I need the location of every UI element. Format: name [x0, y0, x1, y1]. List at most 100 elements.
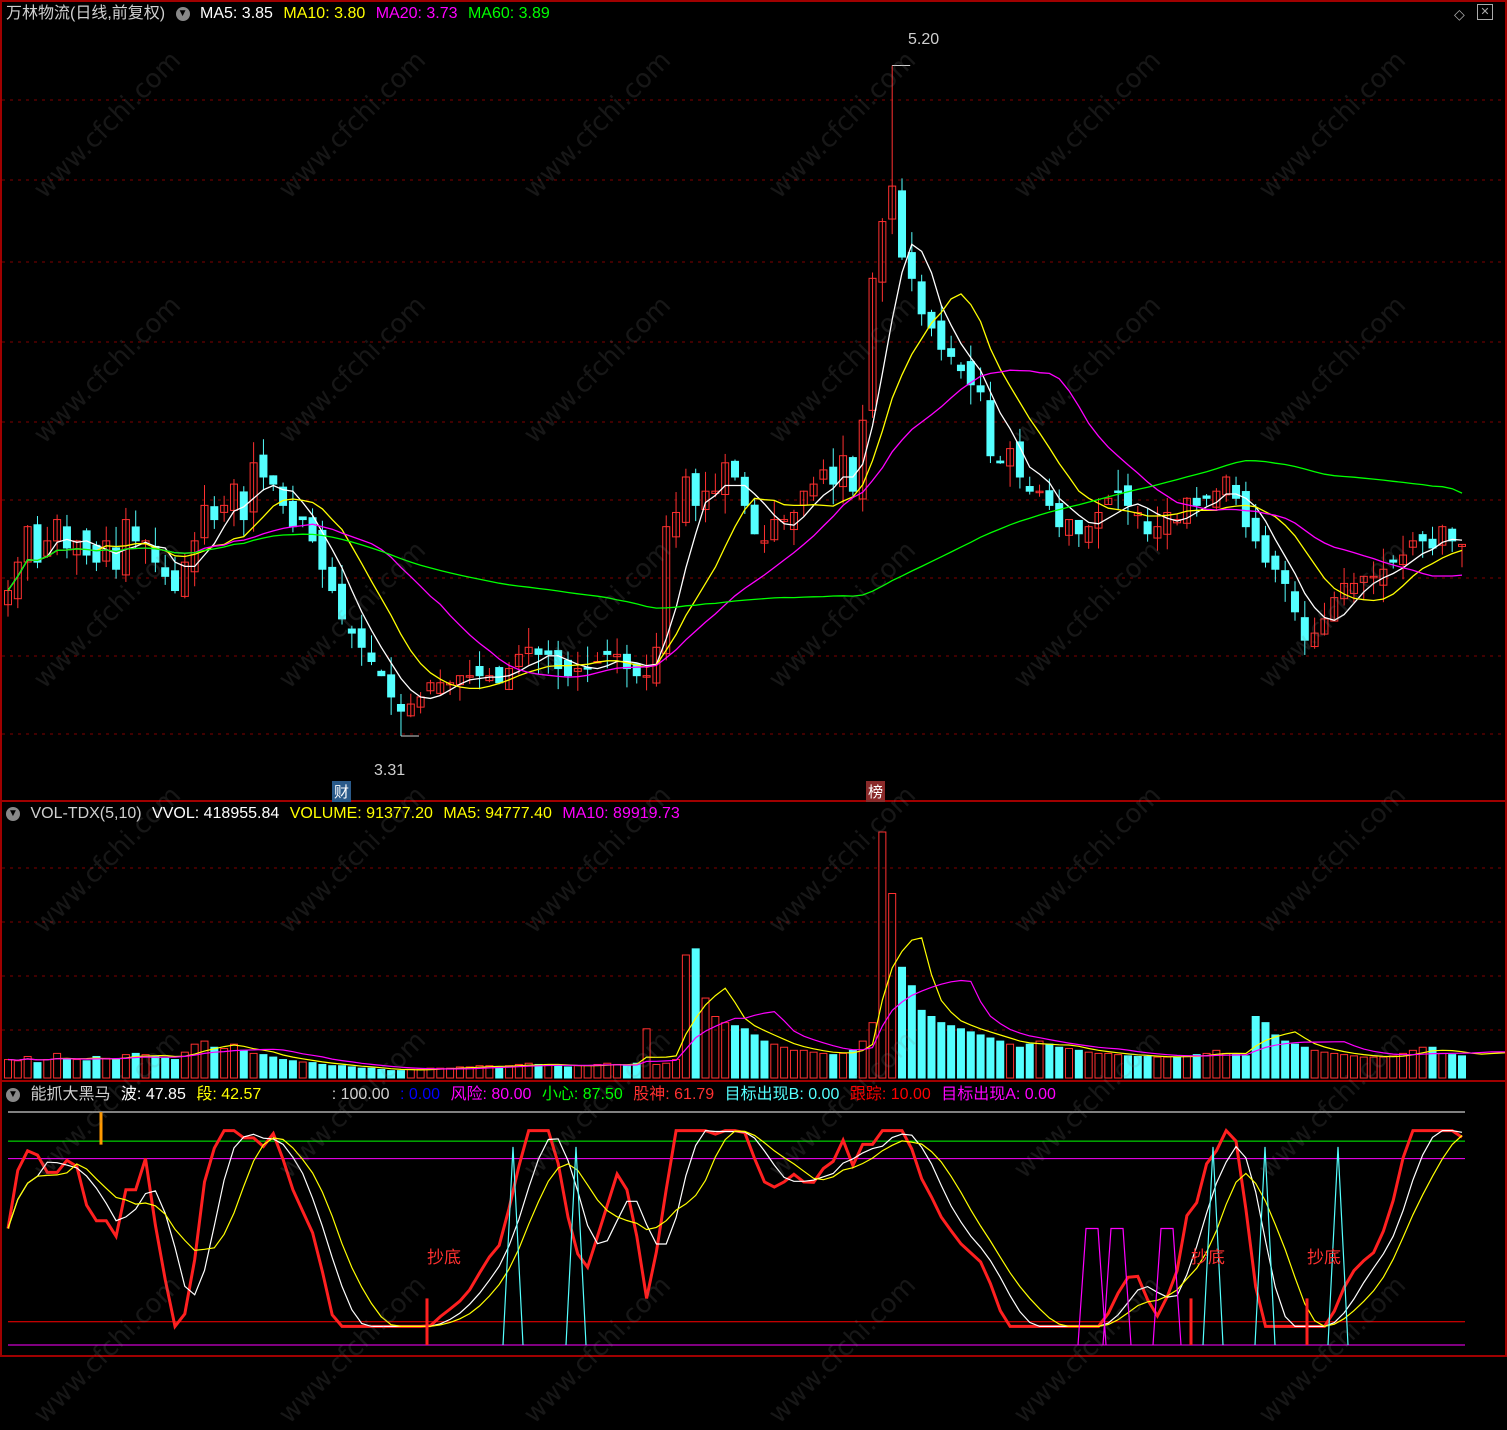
volume-bar — [1281, 1040, 1290, 1079]
diamond-icon[interactable]: ◇ — [1454, 6, 1465, 23]
volume-bar — [1271, 1034, 1280, 1079]
candle-body — [691, 473, 700, 506]
volume-bar — [62, 1059, 71, 1079]
candle-body — [396, 703, 405, 712]
volume-bar — [1448, 1054, 1457, 1079]
candle-body — [367, 652, 376, 662]
zero-label: : 0.00 — [399, 1086, 441, 1103]
indicator-title[interactable]: 能抓大黑马 — [30, 1086, 110, 1103]
volume-bar — [1458, 1055, 1466, 1079]
track-label: 跟踪: 10.00 — [849, 1086, 931, 1103]
candle-body — [976, 385, 985, 393]
candle-body — [1281, 570, 1290, 584]
vvol-label: VVOL: 418955.84 — [152, 805, 280, 822]
stock-title[interactable]: 万林物流(日线,前复权) — [6, 5, 165, 22]
ma60-label: MA60: 3.89 — [467, 5, 550, 22]
finance-badge[interactable]: 财 — [332, 781, 352, 802]
high-price-annotation: 5.20 — [908, 31, 940, 48]
volume-bar — [171, 1059, 180, 1079]
candle-body — [1428, 538, 1437, 549]
volume-bar — [996, 1040, 1005, 1079]
candle-body — [269, 475, 278, 485]
candle-body — [357, 628, 366, 648]
volume-bar — [288, 1060, 297, 1079]
indicator-panel-header: ▼ 能抓大黑马 波: 47.85 段: 42.57 : 100.00 : 0.0… — [6, 1085, 1062, 1105]
candle-body — [92, 544, 101, 563]
volume-bar — [347, 1066, 356, 1079]
vol-title[interactable]: VOL-TDX(5,10) — [30, 805, 141, 822]
candle-body — [740, 476, 749, 506]
candle-body — [1045, 490, 1054, 506]
candle-body — [308, 517, 317, 542]
volume-bar — [1015, 1046, 1024, 1079]
volume-bar — [1055, 1046, 1064, 1079]
volume-bar — [279, 1059, 288, 1079]
candle-body — [1261, 535, 1270, 563]
volume-bar — [907, 985, 916, 1079]
volume-bar — [554, 1065, 563, 1079]
volume-bar — [1025, 1043, 1034, 1079]
volume-bar — [1241, 1055, 1250, 1079]
list-badge[interactable]: 榜 — [866, 781, 886, 802]
candle-body — [996, 460, 1005, 464]
level-label: : 100.00 — [331, 1086, 390, 1103]
volume-bar — [986, 1037, 995, 1079]
wave-label: 波: 47.85 — [120, 1086, 186, 1103]
volume-bar — [829, 1054, 838, 1079]
volume-bar — [731, 1025, 739, 1079]
candle-body — [377, 670, 386, 677]
candle-body — [956, 364, 965, 372]
candle-body — [298, 516, 307, 521]
candle-body — [1290, 591, 1299, 613]
volume-bar — [318, 1063, 327, 1079]
candle-body — [171, 570, 180, 592]
volume-bar — [269, 1056, 278, 1079]
candle-body — [1271, 555, 1280, 570]
volume-bar — [1300, 1046, 1309, 1079]
candle-body — [131, 526, 140, 542]
volume-bar — [563, 1066, 572, 1079]
chevron-down-icon[interactable]: ▼ — [6, 806, 20, 821]
volume-bar — [750, 1034, 759, 1079]
bottom-signal-label: 抄底 — [1307, 1248, 1341, 1267]
candle-body — [1123, 485, 1132, 506]
candle-body — [239, 491, 248, 521]
candle-body — [907, 252, 916, 279]
candle-body — [288, 500, 297, 528]
main-panel-header: 万林物流(日线,前复权) ▼ MA5: 3.85 MA10: 3.80 MA20… — [6, 4, 556, 24]
candle-body — [259, 454, 268, 478]
bottom-signal-label: 抄底 — [1191, 1248, 1225, 1267]
close-icon[interactable]: ✕ — [1477, 4, 1493, 20]
candle-body — [1055, 503, 1064, 528]
volume-panel-header: ▼ VOL-TDX(5,10) VVOL: 418955.84 VOLUME: … — [6, 804, 686, 824]
volume-bar — [927, 1016, 936, 1079]
volume-bar — [92, 1055, 101, 1079]
volume-bar — [1074, 1049, 1083, 1079]
volume-bar — [1173, 1056, 1182, 1079]
volume-bar — [1045, 1043, 1054, 1079]
bottom-signal-label: 抄底 — [427, 1248, 461, 1267]
volume-bar — [956, 1028, 965, 1079]
candle-body — [1143, 521, 1152, 535]
volume-bar — [82, 1060, 91, 1079]
volume-bar — [740, 1028, 749, 1079]
chevron-down-icon[interactable]: ▼ — [175, 6, 190, 21]
ma20-label: MA20: 3.73 — [375, 5, 458, 22]
volume-bar — [760, 1040, 769, 1079]
volume-bar — [495, 1066, 504, 1079]
volume-bar — [947, 1025, 956, 1079]
volume-bar — [308, 1062, 317, 1079]
volume-bar — [1232, 1054, 1241, 1079]
candle-body — [898, 190, 907, 258]
candle-body — [62, 526, 71, 549]
candle-body — [328, 566, 337, 592]
volume-bar — [33, 1062, 42, 1079]
candle-body — [750, 504, 759, 535]
ma5-label: MA5: 3.85 — [200, 5, 273, 22]
segment-label: 段: 42.57 — [196, 1086, 262, 1103]
candle-body — [1074, 519, 1083, 535]
risk-label: 风险: 80.00 — [450, 1086, 532, 1103]
chevron-down-icon[interactable]: ▼ — [6, 1087, 20, 1102]
candle-body — [210, 506, 219, 521]
volume-bar — [1192, 1054, 1201, 1079]
